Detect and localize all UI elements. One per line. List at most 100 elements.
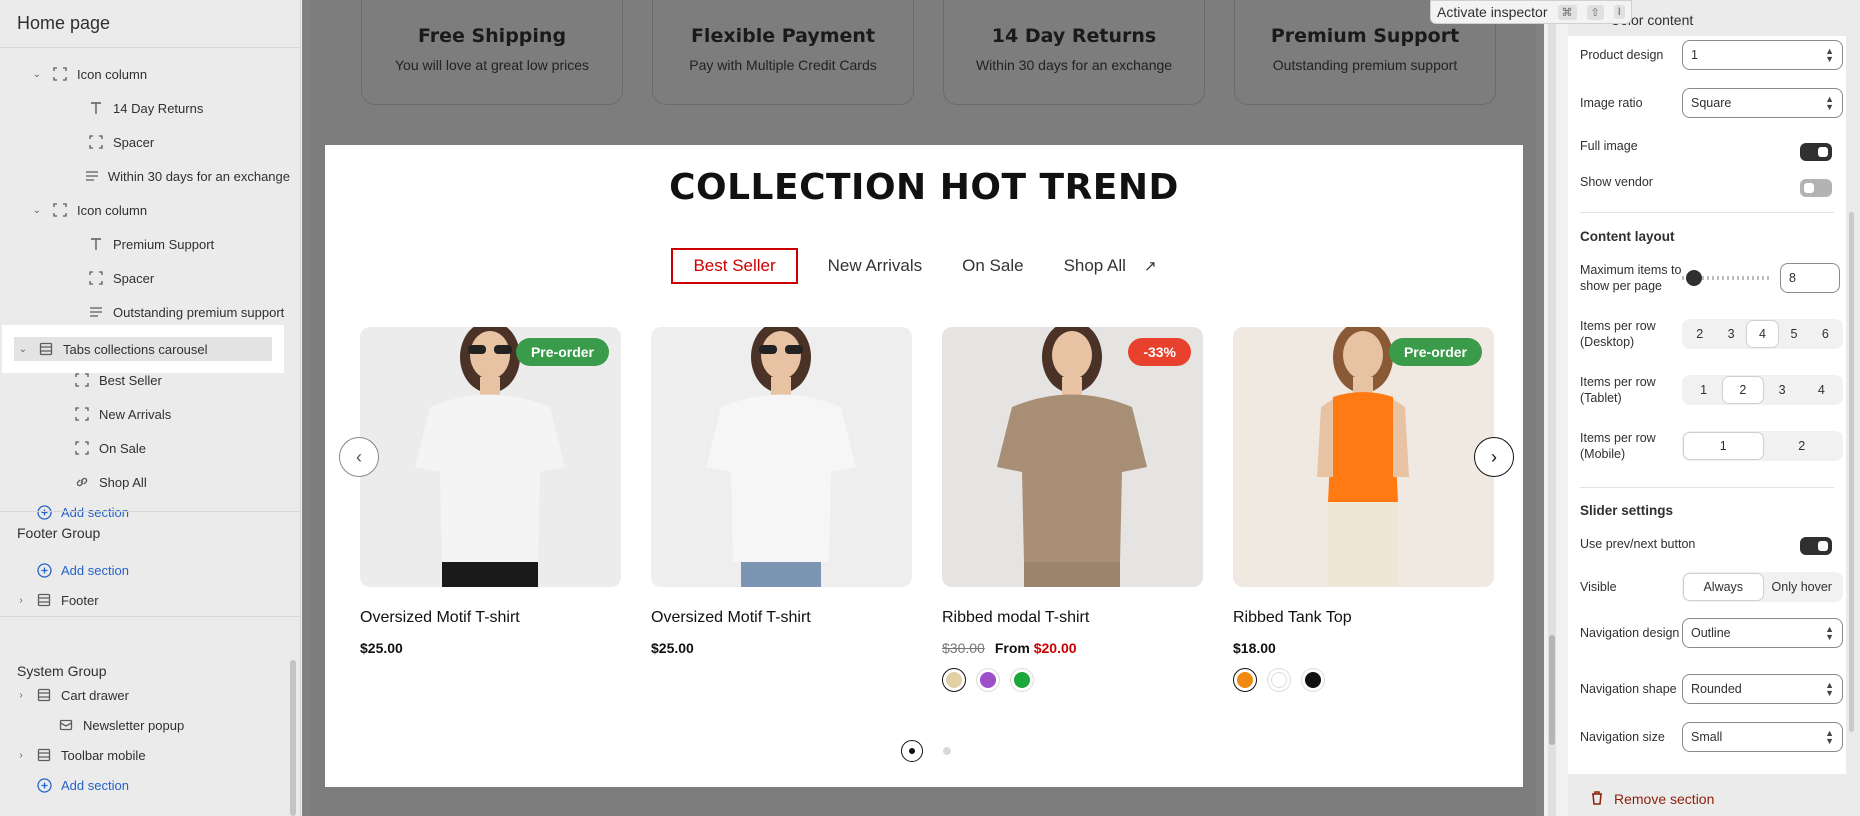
segment-option[interactable]: 3: [1715, 321, 1746, 347]
tab-shop-all[interactable]: Shop All ↗: [1044, 248, 1177, 284]
product-design-select[interactable]: 1 ▲ ▼: [1682, 40, 1843, 70]
sidebar-scrollbar[interactable]: [290, 660, 296, 816]
page-dot[interactable]: [943, 747, 951, 755]
feature-title: Flexible Payment: [690, 25, 876, 47]
tree-item-selected[interactable]: ⌄ Tabs collections carousel: [2, 325, 284, 373]
chevron-down-icon[interactable]: ⌄: [30, 205, 44, 216]
product-card[interactable]: -33% Ribbed modal T-shirt $30.00 From $20.0…: [942, 327, 1203, 692]
tree-item[interactable]: Within 30 days for an exchange: [0, 161, 290, 191]
tree-item[interactable]: Shop All: [0, 467, 290, 497]
product-card[interactable]: Oversized Motif T-shirt $25.00: [651, 327, 912, 656]
tree-item[interactable]: Premium Support: [0, 229, 290, 259]
slider-knob[interactable]: [1686, 270, 1702, 286]
show-vendor-toggle[interactable]: [1800, 179, 1832, 197]
product-name[interactable]: Ribbed Tank Top: [1233, 609, 1494, 627]
trash-icon: [1590, 790, 1604, 808]
use-prev-next-toggle[interactable]: [1800, 537, 1832, 555]
per-row-desktop-segmented: 23456: [1682, 319, 1843, 349]
tree-item[interactable]: On Sale: [0, 433, 290, 463]
color-swatch[interactable]: [942, 668, 966, 692]
tree-item-system[interactable]: › Cart drawer: [0, 680, 290, 710]
model-figure: [706, 327, 856, 587]
tree-item[interactable]: 14 Day Returns: [0, 93, 290, 123]
panel-scrollbar[interactable]: [1849, 212, 1854, 732]
segment-option[interactable]: 6: [1810, 321, 1841, 347]
product-name[interactable]: Ribbed modal T-shirt: [942, 609, 1203, 627]
tabs-collections-carousel[interactable]: COLLECTION HOT TREND Best Seller New Arr…: [325, 145, 1523, 787]
segment-option[interactable]: 4: [1746, 321, 1779, 347]
color-swatch[interactable]: [1301, 668, 1325, 692]
product-image[interactable]: [651, 327, 912, 587]
segment-option[interactable]: 4: [1802, 377, 1841, 403]
tree-item[interactable]: New Arrivals: [0, 399, 290, 429]
tree-item-label: Add section: [61, 504, 129, 520]
tab-best-seller[interactable]: Best Seller: [671, 248, 798, 284]
next-button[interactable]: ›: [1474, 437, 1514, 477]
product-name[interactable]: Oversized Motif T-shirt: [651, 609, 912, 627]
section-icon: [88, 270, 104, 286]
product-card[interactable]: Pre-order Ribbed Tank Top $18.00: [1233, 327, 1494, 692]
prev-button[interactable]: ‹: [339, 437, 379, 477]
tree-item[interactable]: Spacer: [0, 127, 290, 157]
tree-item[interactable]: ⌄ Icon column: [0, 195, 290, 225]
color-swatch[interactable]: [1233, 668, 1257, 692]
activate-inspector[interactable]: Activate inspector ⌘ ⇧ I: [1430, 0, 1632, 24]
color-swatch[interactable]: [976, 668, 1000, 692]
full-image-toggle[interactable]: [1800, 143, 1832, 161]
segment-option[interactable]: Only hover: [1763, 574, 1842, 600]
product-card[interactable]: Pre-order Oversized Motif T-shirt $25.00: [360, 327, 621, 656]
tab-on-sale[interactable]: On Sale: [942, 248, 1043, 284]
product-name[interactable]: Oversized Motif T-shirt: [360, 609, 621, 627]
segment-option[interactable]: 2: [1723, 377, 1763, 403]
nav-design-select[interactable]: Outline ▲ ▼: [1682, 618, 1843, 648]
segment-option[interactable]: 2: [1763, 433, 1842, 459]
chevron-right-icon[interactable]: ›: [14, 750, 28, 761]
chevron-right-icon[interactable]: ›: [14, 690, 28, 701]
canvas-scrollbar[interactable]: [1549, 635, 1555, 745]
remove-section-button[interactable]: Remove section: [1590, 790, 1714, 808]
section-icon: [74, 372, 90, 388]
tree-item[interactable]: Spacer: [0, 263, 290, 293]
tree-item[interactable]: Best Seller: [0, 365, 290, 395]
segment-option[interactable]: 5: [1778, 321, 1809, 347]
nav-shape-select[interactable]: Rounded ▲ ▼: [1682, 674, 1843, 704]
product-image[interactable]: -33%: [942, 327, 1203, 587]
chevron-right-icon[interactable]: ›: [14, 595, 28, 606]
image-ratio-value: Square: [1691, 96, 1732, 110]
tree-item-system[interactable]: Newsletter popup: [0, 710, 290, 740]
tree-item-footer[interactable]: › Footer: [0, 585, 290, 615]
segment-option[interactable]: Always: [1684, 574, 1763, 600]
paragraph-icon: [85, 168, 99, 184]
segment-option[interactable]: 1: [1684, 433, 1763, 459]
settings-panel: Color content Product design 1 ▲ ▼ Image r…: [1568, 0, 1860, 816]
add-section-button[interactable]: Add section: [0, 770, 290, 800]
tree-item-label: Premium Support: [113, 236, 215, 252]
settings-list: Product design 1 ▲ ▼ Image ratio Square ▲ ▼ …: [1568, 36, 1846, 774]
tree-item[interactable]: ⌄ Icon column: [0, 59, 290, 89]
product-image[interactable]: Pre-order: [360, 327, 621, 587]
divider: [0, 511, 300, 512]
segment-option[interactable]: 2: [1684, 321, 1715, 347]
max-items-slider[interactable]: [1682, 270, 1772, 286]
segment-option[interactable]: 1: [1684, 377, 1723, 403]
add-section-button[interactable]: Add section: [0, 555, 290, 585]
tab-new-arrivals[interactable]: New Arrivals: [808, 248, 942, 284]
feature-text: Pay with Multiple Credit Cards: [689, 57, 877, 73]
chevron-down-icon[interactable]: ⌄: [16, 344, 30, 355]
collection-tabs: Best Seller New Arrivals On Sale Shop Al…: [325, 248, 1523, 284]
image-ratio-select[interactable]: Square ▲ ▼: [1682, 88, 1843, 118]
i-key: I: [1613, 5, 1625, 19]
add-section-button[interactable]: Add section: [0, 497, 290, 527]
nav-size-select[interactable]: Small ▲ ▼: [1682, 722, 1843, 752]
product-image[interactable]: Pre-order: [1233, 327, 1494, 587]
color-swatch[interactable]: [1010, 668, 1034, 692]
tree-item[interactable]: Outstanding premium support: [0, 297, 290, 327]
chevron-down-icon[interactable]: ⌄: [30, 69, 44, 80]
color-swatch[interactable]: [1267, 668, 1291, 692]
tree-item-label: Within 30 days for an exchange: [107, 168, 290, 184]
tree-item-system[interactable]: › Toolbar mobile: [0, 740, 290, 770]
nav-design-field: Navigation design Outline ▲ ▼: [1580, 618, 1843, 648]
page-dot-active[interactable]: [901, 740, 923, 762]
max-items-input[interactable]: 8: [1780, 263, 1840, 293]
segment-option[interactable]: 3: [1763, 377, 1802, 403]
